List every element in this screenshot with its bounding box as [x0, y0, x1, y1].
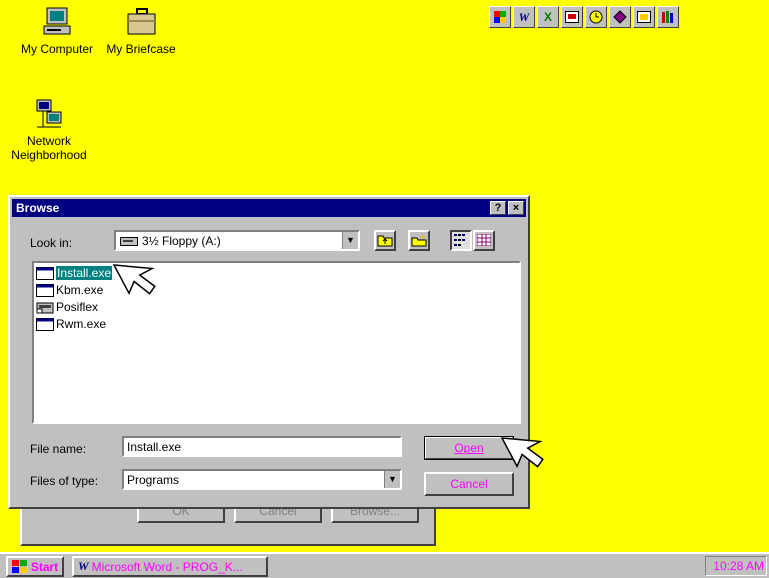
- start-button[interactable]: Start: [6, 556, 64, 577]
- word-icon: W: [78, 559, 89, 573]
- access-icon[interactable]: [609, 6, 631, 28]
- look-in-value: 3½ Floppy (A:): [142, 234, 221, 248]
- taskbar-item-word[interactable]: W Microsoft Word - PROG_K...: [72, 556, 268, 577]
- exe-file-icon: [36, 317, 54, 331]
- files-of-type-label: Files of type:: [30, 474, 99, 488]
- files-of-type-value: Programs: [127, 473, 180, 487]
- desktop-icon-label: My Briefcase: [106, 42, 176, 56]
- my-briefcase-shortcut[interactable]: My Briefcase: [96, 6, 186, 56]
- binder-icon[interactable]: [633, 6, 655, 28]
- file-name: Rwm.exe: [56, 317, 107, 331]
- floppy-drive-icon: [120, 237, 138, 246]
- file-name-value: Install.exe: [127, 440, 182, 454]
- list-item[interactable]: Rwm.exe: [36, 316, 106, 332]
- new-folder-icon: [411, 234, 427, 247]
- details-view-button[interactable]: [473, 230, 495, 251]
- word-glyph: W: [518, 9, 530, 24]
- office-shortcut-bar: W X: [489, 6, 679, 30]
- file-name: Install.exe: [56, 266, 113, 280]
- excel-glyph: X: [543, 10, 552, 24]
- cursor-arrow-icon: [112, 264, 156, 295]
- shortcut-file-icon: [36, 302, 54, 313]
- start-label: Start: [30, 559, 59, 574]
- system-clock: 10:28 AM: [705, 556, 767, 576]
- excel-icon[interactable]: X: [537, 6, 559, 28]
- up-one-level-button[interactable]: [374, 230, 396, 251]
- computer-icon: [43, 7, 71, 35]
- briefcase-icon: [127, 8, 156, 35]
- details-view-icon: [476, 233, 492, 247]
- exe-file-icon: [36, 283, 54, 297]
- file-name: Posiflex: [56, 300, 99, 314]
- network-neighborhood-shortcut[interactable]: Network Neighborhood: [4, 98, 94, 162]
- powerpoint-icon[interactable]: [561, 6, 583, 28]
- dialog-titlebar[interactable]: Browse ? ×: [12, 199, 526, 217]
- desktop-icon-label: My Computer: [20, 42, 94, 56]
- my-computer-shortcut[interactable]: My Computer: [12, 6, 102, 56]
- help-button[interactable]: ?: [490, 201, 506, 215]
- list-view-button[interactable]: [450, 230, 472, 251]
- list-item[interactable]: Posiflex: [36, 299, 98, 315]
- chevron-down-icon[interactable]: ▼: [342, 232, 358, 249]
- office-logo-icon[interactable]: [489, 6, 511, 28]
- files-of-type-dropdown[interactable]: Programs ▼: [122, 469, 402, 490]
- file-name-input[interactable]: Install.exe: [122, 436, 402, 457]
- task-label: Microsoft Word - PROG_K...: [91, 559, 243, 574]
- windows-logo-icon: [11, 559, 27, 573]
- file-name-label: File name:: [30, 442, 87, 456]
- browse-dialog: Browse ? × Look in: 3½ Floppy (A:) ▼ Ins…: [8, 195, 530, 509]
- schedule-icon[interactable]: [585, 6, 607, 28]
- list-item[interactable]: Kbm.exe: [36, 282, 103, 298]
- network-icon: [36, 99, 62, 128]
- look-in-label: Look in:: [30, 236, 73, 250]
- chevron-down-icon[interactable]: ▼: [384, 471, 400, 488]
- look-in-dropdown[interactable]: 3½ Floppy (A:) ▼: [114, 230, 360, 251]
- list-item[interactable]: Install.exe: [36, 265, 113, 281]
- close-button[interactable]: ×: [508, 201, 524, 215]
- open-button-label: Open: [454, 441, 484, 455]
- dialog-title: Browse: [16, 201, 60, 215]
- bookshelf-icon[interactable]: [657, 6, 679, 28]
- cancel-button-label: Cancel: [450, 477, 488, 491]
- up-folder-icon: [377, 235, 393, 247]
- word-icon[interactable]: W: [513, 6, 535, 28]
- new-folder-button[interactable]: [408, 230, 430, 251]
- cursor-arrow-icon: [500, 437, 544, 468]
- list-view-icon: [454, 234, 465, 246]
- file-list[interactable]: Install.exe Kbm.exe Posiflex Rwm.exe: [32, 261, 521, 424]
- file-name: Kbm.exe: [56, 283, 104, 297]
- exe-file-icon: [36, 266, 54, 280]
- desktop-icon-label: Network Neighborhood: [11, 134, 87, 162]
- taskbar: Start W Microsoft Word - PROG_K... 10:28…: [0, 552, 769, 578]
